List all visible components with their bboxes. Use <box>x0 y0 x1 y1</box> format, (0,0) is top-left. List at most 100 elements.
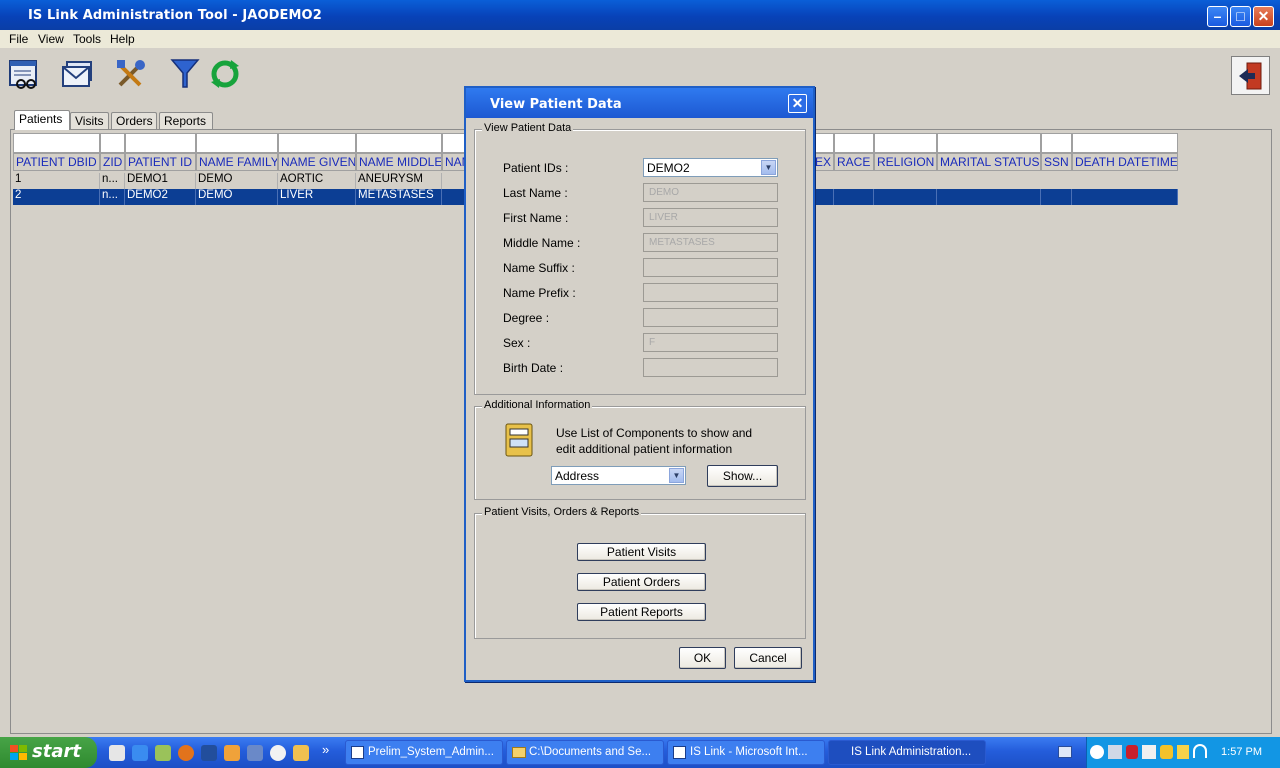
menu-tools[interactable]: Tools <box>73 32 101 46</box>
tools-icon[interactable] <box>201 745 217 761</box>
task-button[interactable]: IS Link Administration... <box>828 740 986 765</box>
menu-bar: File View Tools Help <box>0 30 1280 48</box>
table-cell[interactable] <box>834 189 874 205</box>
table-cell[interactable] <box>1072 189 1178 205</box>
chevron-down-icon[interactable]: ▼ <box>669 468 684 483</box>
quicklaunch-icon[interactable] <box>224 745 240 761</box>
filter-cell[interactable] <box>125 133 196 153</box>
tray-back-icon[interactable] <box>1090 745 1104 759</box>
quicklaunch-icon[interactable] <box>109 745 125 761</box>
column-header[interactable]: PATIENT ID <box>125 153 196 171</box>
tray-lock-icon[interactable] <box>1160 745 1173 759</box>
mail-icon[interactable] <box>58 54 98 94</box>
filter-cell[interactable] <box>1072 133 1178 153</box>
table-cell[interactable]: ANEURYSM <box>356 173 442 189</box>
column-header[interactable]: SSN <box>1041 153 1072 171</box>
menu-view[interactable]: View <box>38 32 64 46</box>
task-button[interactable]: Prelim_System_Admin... <box>345 740 503 765</box>
dialog-title: View Patient Data <box>490 97 622 112</box>
task-button[interactable]: C:\Documents and Se... <box>506 740 664 765</box>
table-cell[interactable]: METASTASES <box>356 189 442 205</box>
show-button[interactable]: Show... <box>707 465 778 487</box>
filter-cell[interactable] <box>937 133 1041 153</box>
filter-cell[interactable] <box>196 133 278 153</box>
tray-app-icon[interactable] <box>1142 745 1156 759</box>
column-header[interactable]: MARITAL STATUS <box>937 153 1041 171</box>
exit-icon[interactable] <box>1231 56 1270 95</box>
tab-orders[interactable]: Orders <box>111 112 157 130</box>
ok-button[interactable]: OK <box>679 647 726 669</box>
patient-visits-button[interactable]: Patient Visits <box>577 543 706 561</box>
tab-visits[interactable]: Visits <box>70 112 109 130</box>
tray-shield-icon[interactable] <box>1126 745 1138 759</box>
windows-logo-icon <box>10 745 28 766</box>
filter-cell[interactable] <box>356 133 442 153</box>
patient-ids-value: DEMO2 <box>647 161 690 175</box>
filter-cell[interactable] <box>100 133 125 153</box>
table-cell[interactable]: n... <box>100 173 125 189</box>
refresh-icon[interactable] <box>205 54 245 94</box>
maximize-button[interactable]: □ <box>1230 6 1251 27</box>
filter-cell[interactable] <box>278 133 356 153</box>
table-cell[interactable]: DEMO1 <box>125 173 196 189</box>
column-header[interactable]: RELIGION <box>874 153 937 171</box>
component-list-icon <box>505 423 533 460</box>
middle-name-field: METASTASES <box>643 233 778 252</box>
task-button[interactable]: IS Link - Microsoft Int... <box>667 740 825 765</box>
ie-icon[interactable] <box>132 745 148 761</box>
dialog-title-bar[interactable]: View Patient Data ✕ <box>466 88 813 118</box>
close-button[interactable]: ✕ <box>1253 6 1274 27</box>
table-cell[interactable]: DEMO2 <box>125 189 196 205</box>
clock-icon[interactable] <box>293 745 309 761</box>
tray-pen-icon[interactable] <box>1058 746 1072 758</box>
column-header[interactable]: ZID <box>100 153 125 171</box>
word-icon <box>351 746 364 759</box>
table-cell[interactable]: n... <box>100 189 125 205</box>
table-cell[interactable] <box>937 189 1041 205</box>
patient-list-icon[interactable] <box>4 54 44 94</box>
table-cell[interactable]: 2 <box>13 189 100 205</box>
start-button[interactable]: start <box>0 737 97 768</box>
firefox-icon[interactable] <box>178 745 194 761</box>
tray-battery-icon[interactable] <box>1177 745 1189 759</box>
filter-cell[interactable] <box>13 133 100 153</box>
ie-icon <box>673 746 686 759</box>
filter-cell[interactable] <box>874 133 937 153</box>
patient-orders-button[interactable]: Patient Orders <box>577 573 706 591</box>
dialog-close-icon[interactable]: ✕ <box>788 94 807 113</box>
filter-icon[interactable] <box>165 54 205 94</box>
component-select[interactable]: Address ▼ <box>551 466 686 485</box>
table-cell[interactable] <box>1041 189 1072 205</box>
column-header[interactable]: NAME FAMILY <box>196 153 278 171</box>
column-header[interactable]: NAME GIVEN <box>278 153 356 171</box>
column-header[interactable]: RACE <box>834 153 874 171</box>
media-icon[interactable] <box>270 745 286 761</box>
chevron-down-icon[interactable]: ▼ <box>761 160 776 175</box>
tab-reports[interactable]: Reports <box>159 112 213 130</box>
table-cell[interactable]: AORTIC <box>278 173 356 189</box>
table-cell[interactable]: DEMO <box>196 189 278 205</box>
quicklaunch-icon[interactable] <box>155 745 171 761</box>
tray-network-icon[interactable] <box>1108 745 1122 759</box>
filter-cell[interactable] <box>834 133 874 153</box>
column-header[interactable]: NAME MIDDLE <box>356 153 442 171</box>
filter-cell[interactable] <box>1041 133 1072 153</box>
table-cell[interactable]: 1 <box>13 173 100 189</box>
table-cell[interactable]: DEMO <box>196 173 278 189</box>
patient-ids-select[interactable]: DEMO2 ▼ <box>643 158 778 177</box>
minimize-button[interactable]: – <box>1207 6 1228 27</box>
quicklaunch-icon[interactable] <box>247 745 263 761</box>
chevron-icon[interactable]: » <box>322 742 329 757</box>
table-cell[interactable]: LIVER <box>278 189 356 205</box>
tab-patients[interactable]: Patients <box>14 110 70 130</box>
menu-help[interactable]: Help <box>110 32 135 46</box>
cancel-button[interactable]: Cancel <box>734 647 802 669</box>
column-header[interactable]: PATIENT DBID <box>13 153 100 171</box>
menu-file[interactable]: File <box>9 32 28 46</box>
name-prefix-label: Name Prefix : <box>503 286 576 300</box>
patient-reports-button[interactable]: Patient Reports <box>577 603 706 621</box>
tray-wifi-icon[interactable] <box>1193 744 1207 758</box>
tools-icon[interactable] <box>111 54 151 94</box>
table-cell[interactable] <box>874 189 937 205</box>
column-header[interactable]: DEATH DATETIME <box>1072 153 1178 171</box>
